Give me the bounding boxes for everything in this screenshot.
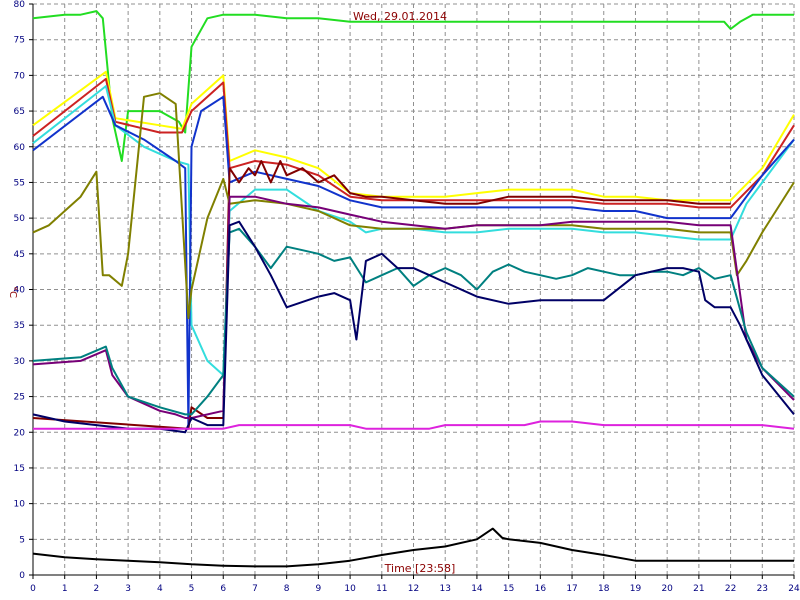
y-tick-label: 45 xyxy=(14,250,25,260)
y-tick-label: 65 xyxy=(14,107,25,117)
y-axis-label: °C xyxy=(7,286,18,298)
y-tick-label: 80 xyxy=(14,0,26,10)
y-tick-label: 0 xyxy=(19,571,25,581)
x-tick-label: 2 xyxy=(94,584,100,594)
x-tick-label: 14 xyxy=(471,584,483,594)
y-tick-label: 60 xyxy=(14,143,26,153)
x-tick-label: 13 xyxy=(439,584,450,594)
x-tick-label: 5 xyxy=(189,584,195,594)
x-tick-label: 11 xyxy=(376,584,387,594)
x-tick-label: 9 xyxy=(316,584,322,594)
y-tick-label: 75 xyxy=(14,36,25,46)
x-tick-label: 18 xyxy=(598,584,610,594)
x-tick-label: 10 xyxy=(344,584,356,594)
x-tick-label: 17 xyxy=(566,584,577,594)
x-tick-label: 0 xyxy=(30,584,36,594)
y-tick-label: 15 xyxy=(14,464,25,474)
x-tick-label: 6 xyxy=(220,584,226,594)
y-tick-label: 70 xyxy=(14,71,26,81)
chart-background xyxy=(0,0,800,600)
x-tick-label: 1 xyxy=(62,584,68,594)
y-tick-label: 20 xyxy=(14,428,26,438)
y-tick-label: 35 xyxy=(14,321,25,331)
y-tick-label: 30 xyxy=(14,357,26,367)
x-tick-label: 7 xyxy=(252,584,258,594)
x-tick-label: 8 xyxy=(284,584,290,594)
y-tick-label: 25 xyxy=(14,393,25,403)
x-tick-label: 4 xyxy=(157,584,163,594)
x-tick-label: 21 xyxy=(693,584,704,594)
chart-title: Wed, 29.01.2014 xyxy=(353,10,447,23)
y-tick-label: 50 xyxy=(14,214,26,224)
x-tick-label: 12 xyxy=(408,584,419,594)
time-footer: Time [23:58] xyxy=(384,562,456,575)
x-tick-label: 24 xyxy=(788,584,800,594)
y-tick-label: 5 xyxy=(19,535,25,545)
x-tick-label: 16 xyxy=(535,584,547,594)
x-tick-label: 15 xyxy=(503,584,514,594)
y-tick-label: 10 xyxy=(14,500,26,510)
x-tick-label: 3 xyxy=(125,584,131,594)
line-chart: 0 1 2 3 4 5 6 7 8 9 10 11 12 13 14 15 16 17 18 19 20 21 22 23 24… xyxy=(0,0,800,600)
x-tick-label: 20 xyxy=(661,584,673,594)
x-tick-label: 22 xyxy=(725,584,736,594)
x-tick-label: 23 xyxy=(757,584,768,594)
x-tick-label: 19 xyxy=(630,584,642,594)
y-tick-label: 55 xyxy=(14,178,25,188)
